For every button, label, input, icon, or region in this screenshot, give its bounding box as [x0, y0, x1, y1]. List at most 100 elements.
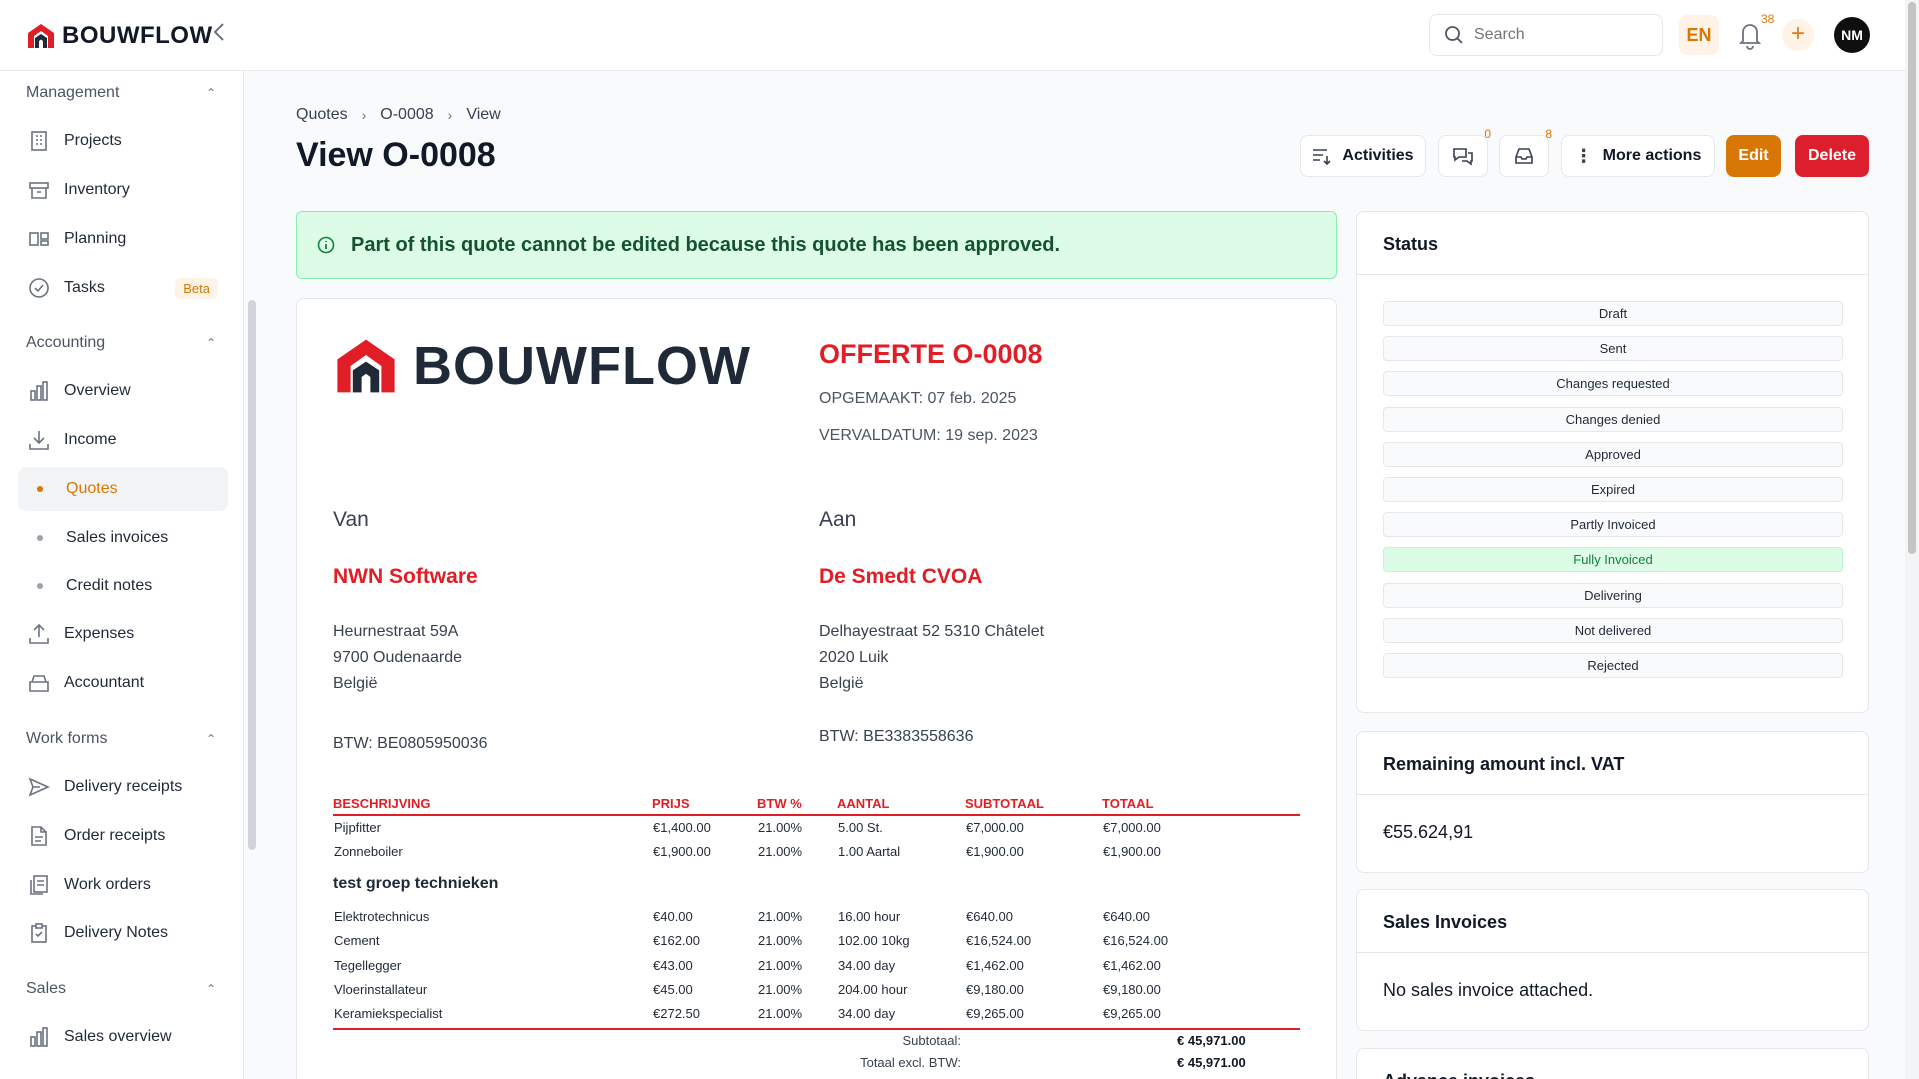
status-pill[interactable]: Expired — [1383, 477, 1843, 502]
status-pill[interactable]: Partly Invoiced — [1383, 512, 1843, 538]
remaining-panel: Remaining amount incl. VAT €55.624,91 — [1356, 731, 1869, 873]
plus-icon[interactable]: + — [1782, 19, 1814, 51]
sidebar-item-projects[interactable]: Projects — [18, 119, 228, 163]
sidebar-item-accountant[interactable]: Accountant — [18, 661, 228, 705]
status-pill[interactable]: Draft — [1383, 301, 1843, 326]
page-scrollbar[interactable] — [1905, 0, 1919, 1079]
bullet-icon — [37, 583, 43, 589]
sidebar-item-sales-overview[interactable]: Sales overview — [18, 1015, 228, 1059]
sidebar-item-delivery-receipts[interactable]: Delivery receipts — [18, 765, 228, 809]
inbox-count: 8 — [1545, 127, 1552, 141]
bouwflow-logo-icon — [337, 339, 395, 393]
avatar[interactable]: NM — [1834, 17, 1870, 53]
to-address-line: België — [819, 675, 864, 692]
total-label: Subtotaal: — [902, 1033, 961, 1048]
table-cell: Tegellegger — [334, 957, 402, 973]
status-pill[interactable]: Changes denied — [1383, 406, 1843, 432]
sidebar-item-order-receipts[interactable]: Order receipts — [18, 814, 228, 858]
chevron-up-icon: ⌃ — [205, 982, 216, 996]
table-cell: €1,900.00 — [1103, 844, 1161, 859]
breadcrumb-quotes[interactable]: Quotes — [296, 106, 348, 124]
group-heading: test groep technieken — [333, 875, 499, 892]
table-cell: €1,400.00 — [653, 820, 711, 835]
sidebar-item-income[interactable]: Income — [18, 418, 228, 462]
table-divider — [333, 1028, 1300, 1030]
section-work-forms[interactable]: Work forms ⌃ — [26, 730, 216, 748]
search-input[interactable] — [1474, 26, 1644, 44]
edit-button[interactable]: Edit — [1726, 135, 1781, 177]
column-header: PRIJS — [652, 796, 690, 811]
bell-icon[interactable] — [1736, 19, 1764, 51]
status-pill[interactable]: Sent — [1383, 336, 1843, 362]
sidebar-item-overview[interactable]: Overview — [18, 369, 228, 413]
sidebar-item-expenses[interactable]: Expenses — [18, 612, 228, 656]
chevron-up-icon: ⌃ — [205, 86, 216, 100]
table-cell: €16,524.00 — [1103, 933, 1169, 949]
language-switch[interactable]: EN — [1679, 15, 1719, 55]
page-title: View O-0008 — [296, 136, 496, 174]
section-sales[interactable]: Sales ⌃ — [26, 980, 216, 998]
status-pill[interactable]: Approved — [1383, 441, 1843, 467]
app-logo[interactable]: BOUWFLOW — [26, 22, 213, 50]
sidebar-item-quotes[interactable]: Quotes — [18, 467, 228, 511]
activities-button[interactable]: Activities — [1300, 135, 1426, 177]
from-address-line: België — [333, 675, 378, 692]
divider — [1357, 952, 1868, 953]
remaining-amount: €55.624,91 — [1383, 822, 1474, 842]
due-date: VERVALDATUM: 19 sep. 2023 — [819, 427, 1038, 444]
status-pill[interactable]: Delivering — [1383, 582, 1843, 608]
tray-icon — [29, 675, 49, 692]
to-vat: BTW: BE3383558636 — [819, 728, 974, 745]
sidebar-item-delivery-notes[interactable]: Delivery Notes — [18, 911, 228, 955]
sidebar-item-inventory[interactable]: Inventory — [18, 168, 228, 212]
status-pill[interactable]: Rejected — [1383, 653, 1843, 678]
delete-button[interactable]: Delete — [1795, 135, 1869, 177]
table-cell: Pijpfitter — [334, 820, 381, 835]
search-box[interactable] — [1429, 14, 1663, 56]
to-address-line: 2020 Luik — [819, 649, 889, 666]
from-label: Van — [333, 508, 369, 531]
table-cell: 21.00% — [758, 957, 803, 973]
status-pill[interactable]: Changes requested — [1383, 371, 1843, 397]
sidebar-item-credit-notes[interactable]: Credit notes — [18, 564, 228, 608]
from-address-line: Heurnestraat 59A — [333, 623, 459, 640]
from-address-line: 9700 Oudenaarde — [333, 649, 462, 666]
sidebar-item-sales-invoices[interactable]: Sales invoices — [18, 516, 228, 560]
divider — [1357, 274, 1868, 275]
sales-invoices-title: Sales Invoices — [1383, 912, 1508, 932]
remaining-title: Remaining amount incl. VAT — [1383, 754, 1625, 774]
breadcrumb-quote[interactable]: O-0008 — [380, 106, 433, 124]
table-cell: 34.00 day — [838, 1006, 896, 1022]
notification-count: 38 — [1761, 12, 1775, 26]
documents-icon — [30, 875, 48, 895]
sidebar-item-planning[interactable]: Planning — [18, 217, 228, 261]
column-header: AANTAL — [837, 796, 890, 811]
table-cell: €162.00 — [653, 933, 700, 949]
table-cell: €640.00 — [1103, 909, 1150, 924]
archive-icon — [29, 182, 49, 199]
sidebar-item-tasks[interactable]: Tasks Beta — [18, 266, 228, 310]
table-cell: €9,265.00 — [966, 1006, 1024, 1022]
collapse-sidebar-icon[interactable] — [212, 22, 232, 48]
table-cell: €16,524.00 — [966, 933, 1032, 949]
sidebar-scrollbar[interactable] — [248, 300, 256, 850]
send-icon — [28, 777, 50, 797]
advance-invoices-panel: Advance invoices — [1356, 1048, 1869, 1079]
sidebar-item-work-orders[interactable]: Work orders — [18, 863, 228, 907]
chevron-up-icon: ⌃ — [205, 732, 216, 746]
more-actions-button[interactable]: ⋮ More actions — [1561, 135, 1715, 177]
bouwflow-logo-icon — [28, 24, 54, 48]
table-cell: €640.00 — [966, 909, 1013, 924]
inbox-button[interactable]: 8 — [1499, 127, 1552, 177]
status-pill[interactable]: Fully Invoiced — [1383, 547, 1843, 573]
table-cell: 34.00 day — [838, 957, 896, 973]
comments-button[interactable]: 0 — [1438, 127, 1491, 177]
from-name: NWN Software — [333, 565, 478, 588]
divider — [1357, 794, 1868, 795]
table-cell: 102.00 10kg — [838, 933, 910, 949]
breadcrumb: Quotes › O-0008 › View — [296, 106, 501, 124]
section-accounting[interactable]: Accounting ⌃ — [26, 334, 216, 352]
section-management[interactable]: Management ⌃ — [26, 84, 216, 102]
document-brand: BOUWFLOW — [413, 336, 751, 396]
status-pill[interactable]: Not delivered — [1383, 617, 1843, 643]
